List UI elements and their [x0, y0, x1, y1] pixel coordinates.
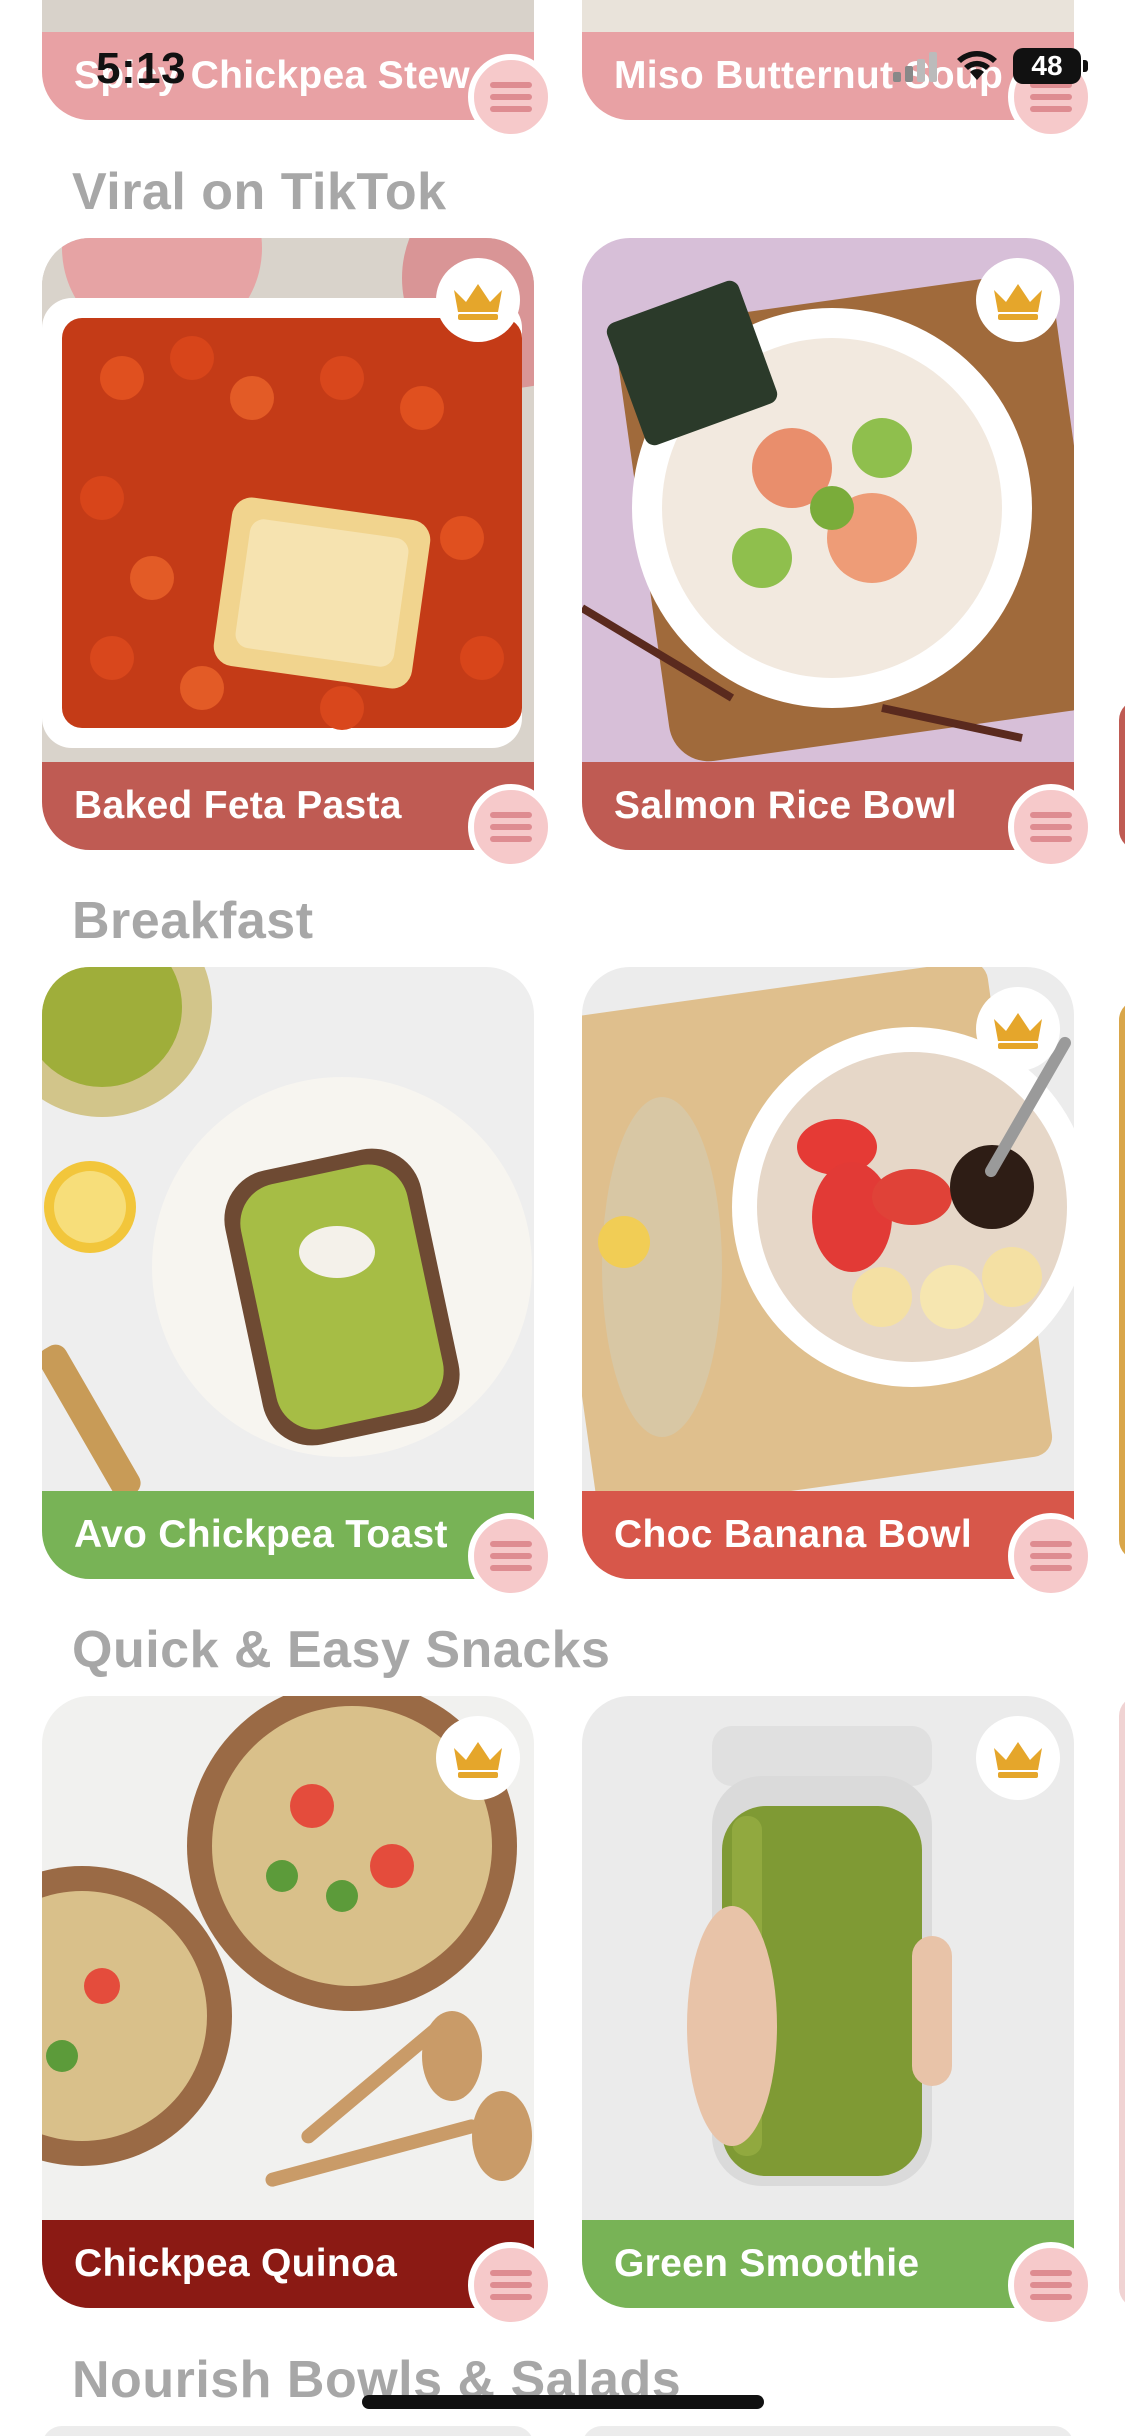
premium-badge: [436, 1716, 520, 1800]
menu-lines-icon: [1030, 82, 1072, 112]
recipe-card-miso-butternut-soup[interactable]: Miso Butternut Soup: [582, 0, 1094, 140]
recipe-photo: [42, 967, 534, 1499]
card-menu-button[interactable]: [1008, 2242, 1094, 2328]
section-title-viral: Viral on TikTok: [72, 163, 447, 221]
menu-lines-icon: [1030, 812, 1072, 842]
menu-lines-icon: [490, 1541, 532, 1571]
menu-lines-icon: [490, 812, 532, 842]
recipe-photo: [582, 0, 1074, 32]
premium-badge: [976, 987, 1060, 1071]
home-indicator[interactable]: [362, 2395, 764, 2409]
crown-icon: [454, 284, 502, 320]
section-title-breakfast: Breakfast: [72, 892, 314, 950]
recipe-card-peek[interactable]: [1119, 700, 1125, 850]
crown-icon: [454, 1742, 502, 1778]
recipe-card-avo-chickpea-toast[interactable]: Avo Chickpea Toast: [42, 967, 554, 1599]
menu-lines-icon: [1030, 2270, 1072, 2300]
recipe-card-baked-feta-pasta[interactable]: Baked Feta Pasta: [42, 238, 554, 870]
card-title: Miso Butternut Soup: [614, 54, 1004, 97]
card-menu-button[interactable]: [1008, 54, 1094, 140]
section-title-snacks: Quick & Easy Snacks: [72, 1621, 611, 1679]
recipe-card-green-smoothie[interactable]: Green Smoothie: [582, 1696, 1094, 2328]
recipe-browse-screen: 5:13 48 Spicy Chickpea Stew Miso Buttern…: [0, 0, 1125, 2436]
recipe-card-choc-banana-bowl[interactable]: Choc Banana Bowl: [582, 967, 1094, 1599]
crown-icon: [994, 1013, 1042, 1049]
premium-badge: [976, 1716, 1060, 1800]
premium-badge: [436, 258, 520, 342]
card-menu-button[interactable]: [1008, 784, 1094, 870]
card-title: Spicy Chickpea Stew: [74, 54, 470, 97]
card-title: Chickpea Quinoa: [74, 2242, 398, 2285]
recipe-card-peek[interactable]: [1119, 1696, 1125, 2308]
menu-lines-icon: [490, 2270, 532, 2300]
card-title: Salmon Rice Bowl: [614, 784, 957, 827]
recipe-card-spicy-chickpea-stew[interactable]: Spicy Chickpea Stew: [42, 0, 554, 140]
card-menu-button[interactable]: [1008, 1513, 1094, 1599]
crown-icon: [994, 1742, 1042, 1778]
recipe-card-peek[interactable]: [1119, 1000, 1125, 1560]
recipe-card-next-row[interactable]: [42, 2426, 534, 2436]
card-menu-button[interactable]: [468, 1513, 554, 1599]
crown-icon: [994, 284, 1042, 320]
menu-lines-icon: [1030, 1541, 1072, 1571]
card-menu-button[interactable]: [468, 54, 554, 140]
recipe-card-next-row[interactable]: [582, 2426, 1074, 2436]
recipe-card-salmon-rice-bowl[interactable]: Salmon Rice Bowl: [582, 238, 1094, 870]
recipe-photo: [42, 0, 534, 32]
card-title: Baked Feta Pasta: [74, 784, 402, 827]
menu-lines-icon: [490, 82, 532, 112]
card-title: Green Smoothie: [614, 2242, 920, 2285]
card-title: Choc Banana Bowl: [614, 1513, 973, 1556]
card-title: Avo Chickpea Toast: [74, 1513, 448, 1556]
card-menu-button[interactable]: [468, 784, 554, 870]
recipe-card-chickpea-quinoa[interactable]: Chickpea Quinoa: [42, 1696, 554, 2328]
premium-badge: [976, 258, 1060, 342]
card-menu-button[interactable]: [468, 2242, 554, 2328]
